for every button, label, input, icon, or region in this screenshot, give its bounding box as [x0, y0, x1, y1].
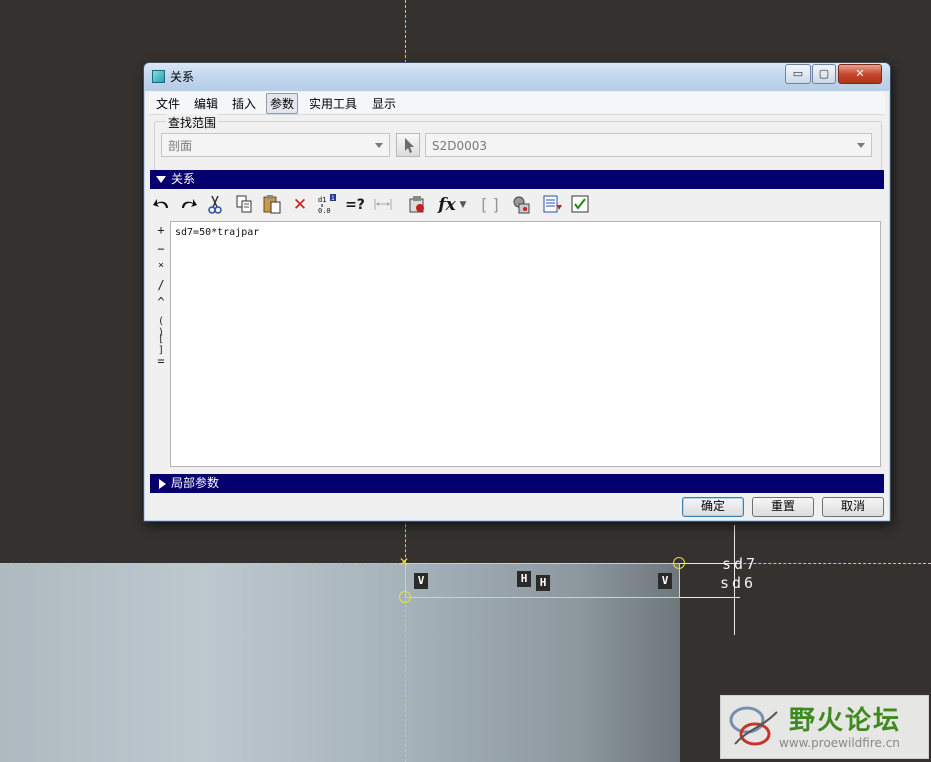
undo-icon[interactable] — [150, 193, 174, 217]
show-dimension-icon[interactable] — [371, 193, 395, 217]
minimize-button[interactable]: ▭ — [785, 64, 811, 84]
chevron-down-icon — [375, 143, 383, 148]
operator-minus[interactable]: − — [152, 242, 170, 256]
relations-editor[interactable]: sd7=50*trajpar — [170, 221, 881, 467]
operator-plus[interactable]: + — [152, 223, 170, 237]
copy-icon[interactable] — [232, 193, 256, 217]
menu-edit[interactable]: 编辑 — [191, 95, 221, 112]
operator-divide[interactable]: / — [152, 278, 170, 292]
watermark: 野火论坛 www.proewildfire.cn — [720, 695, 929, 759]
cross-marker-icon: ✕ — [399, 555, 410, 569]
insert-parameter-icon[interactable] — [509, 193, 533, 217]
watermark-title: 野火论坛 — [789, 706, 902, 736]
app-icon — [152, 70, 165, 83]
select-pointer-button[interactable] — [396, 133, 420, 157]
menu-display[interactable]: 显示 — [369, 95, 399, 112]
collapse-triangle-icon — [156, 176, 166, 183]
operator-power[interactable]: ^ — [152, 295, 170, 309]
sketch-start-point-icon[interactable] — [399, 591, 411, 603]
verify-relations-icon[interactable] — [568, 193, 592, 217]
dialog-title: 关系 — [170, 70, 195, 84]
delete-icon[interactable]: ✕ — [288, 193, 312, 217]
relations-toolbar: ✕ d1 1 0.0 =? fx ▼ [ ] — [150, 191, 884, 219]
svg-text:1: 1 — [331, 195, 335, 202]
menu-utilities[interactable]: 实用工具 — [306, 95, 360, 112]
object-select[interactable]: S2D0003 — [425, 133, 872, 157]
menu-file[interactable]: 文件 — [153, 95, 183, 112]
insert-function-icon[interactable] — [405, 193, 429, 217]
menu-insert[interactable]: 插入 — [229, 95, 259, 112]
dim-extension-bottom — [680, 597, 740, 598]
expand-triangle-icon — [159, 479, 166, 489]
constraint-horizontal-1[interactable]: H — [517, 571, 531, 587]
sort-relations-icon[interactable] — [540, 193, 564, 217]
local-params-section-header[interactable]: 局部参数 — [150, 474, 884, 493]
sketch-bottom-edge[interactable] — [405, 597, 680, 598]
svg-text:d1: d1 — [318, 196, 326, 204]
relations-text[interactable]: sd7=50*trajpar — [175, 227, 259, 238]
relations-section-header[interactable]: 关系 — [150, 170, 884, 189]
cancel-button[interactable]: 取消 — [822, 497, 884, 517]
ok-button[interactable]: 确定 — [682, 497, 744, 517]
dimension-sd6[interactable]: sd6 — [720, 574, 756, 592]
local-params-section-title: 局部参数 — [171, 476, 220, 490]
switch-dimension-icon[interactable]: d1 1 0.0 — [315, 193, 339, 217]
operator-equals[interactable]: = — [152, 354, 170, 368]
relations-section-title: 关系 — [171, 172, 196, 186]
object-select-value: S2D0003 — [432, 139, 488, 153]
svg-text:0.0: 0.0 — [318, 207, 331, 215]
redo-icon[interactable] — [176, 193, 200, 217]
reset-button[interactable]: 重置 — [752, 497, 814, 517]
watermark-url: www.proewildfire.cn — [779, 736, 900, 750]
operator-brackets[interactable]: [ ] — [152, 334, 170, 356]
operator-multiply[interactable]: × — [152, 260, 170, 271]
constraint-vertical-left[interactable]: V — [414, 573, 428, 589]
constraint-vertical-right[interactable]: V — [658, 573, 672, 589]
model-surface — [0, 563, 680, 762]
dimension-sd7[interactable]: sd7 — [722, 555, 758, 573]
close-button[interactable]: ✕ — [838, 64, 882, 84]
menu-parameters[interactable]: 参数 — [266, 93, 299, 114]
watermark-logo-icon — [729, 706, 778, 746]
scope-select-value: 剖面 — [168, 139, 193, 153]
menubar: 文件 编辑 插入 参数 实用工具 显示 — [149, 92, 885, 115]
dialog-titlebar[interactable]: 关系 ▭ ▢ ✕ — [144, 63, 890, 91]
scope-select[interactable]: 剖面 — [161, 133, 390, 157]
cursor-arrow-icon — [405, 138, 414, 153]
evaluate-icon[interactable]: =? — [343, 193, 367, 217]
paste-icon[interactable] — [260, 193, 284, 217]
relations-dialog: 关系 ▭ ▢ ✕ 文件 编辑 插入 参数 实用工具 显示 查找范围 剖面 S2D… — [143, 62, 891, 522]
maximize-button[interactable]: ▢ — [812, 64, 836, 84]
cut-icon[interactable] — [203, 193, 227, 217]
constraint-horizontal-2[interactable]: H — [536, 575, 550, 591]
search-scope-label: 查找范围 — [166, 114, 219, 131]
sketch-top-edge[interactable] — [405, 563, 680, 564]
brackets-icon[interactable]: [ ] — [478, 193, 502, 217]
chevron-down-icon — [857, 143, 865, 148]
chevron-down-icon[interactable]: ▼ — [456, 193, 470, 217]
